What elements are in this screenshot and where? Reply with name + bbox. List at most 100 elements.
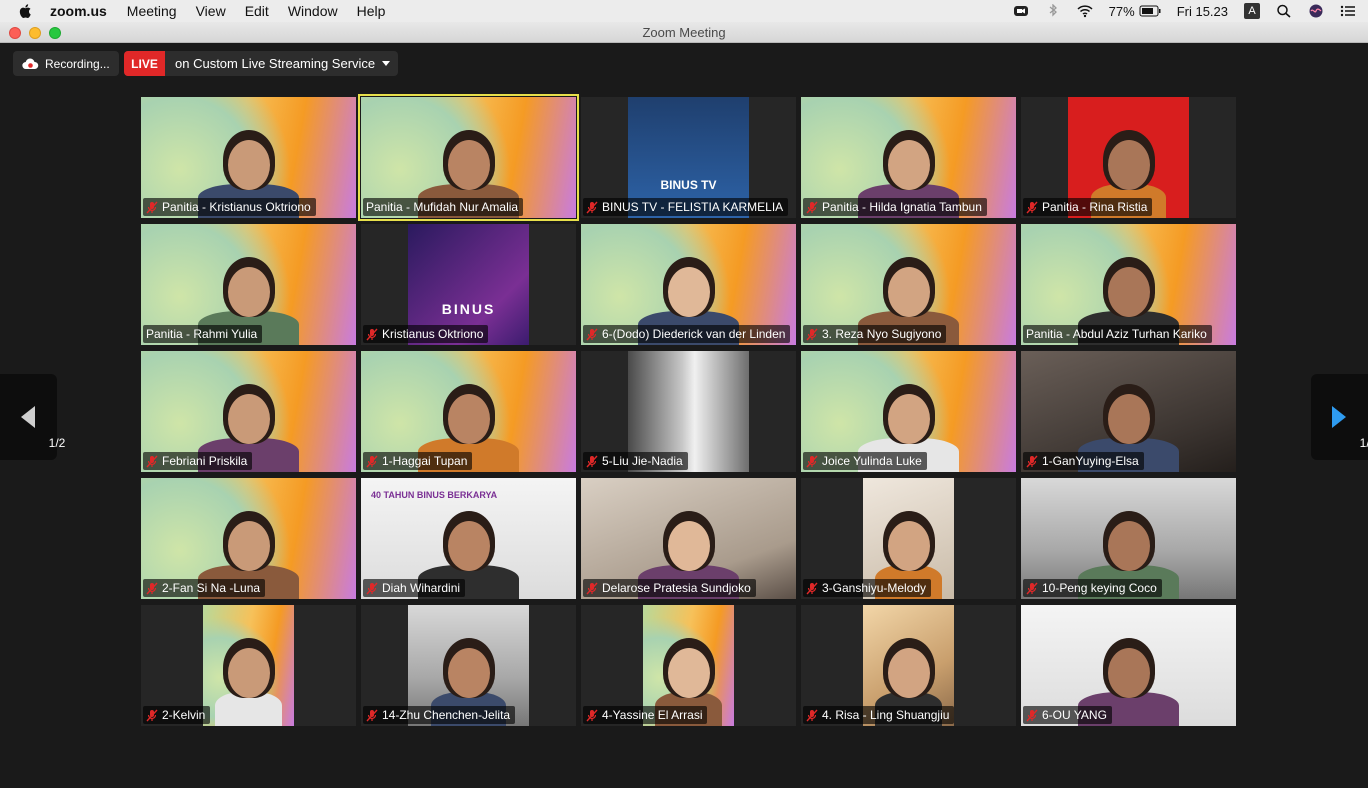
microphone-muted-icon xyxy=(806,328,818,340)
participant-name: Panitia - Hilda Ignatia Tambun xyxy=(822,200,982,214)
participant-tile[interactable]: Delarose Pratesia Sundjoko xyxy=(581,478,796,599)
participant-tile[interactable]: ◆4-Yassine El Arrasi xyxy=(581,605,796,726)
spotlight-search-icon[interactable] xyxy=(1276,4,1292,18)
participant-name-tag: 3-Ganshiyu-Melody xyxy=(803,579,932,597)
participant-name-tag: 4-Yassine El Arrasi xyxy=(583,706,708,724)
participant-name-tag: Panitia - Abdul Aziz Turhan Kariko xyxy=(1023,325,1212,343)
menu-app-name[interactable]: zoom.us xyxy=(50,3,107,19)
meeting-stage: Recording... LIVE on Custom Live Streami… xyxy=(0,43,1368,788)
minimize-window-button[interactable] xyxy=(29,27,41,39)
battery-percent: 77% xyxy=(1108,3,1135,19)
input-source-indicator[interactable]: A xyxy=(1244,3,1260,19)
participant-tile[interactable]: 1-GanYuying-Elsa xyxy=(1021,351,1236,472)
participant-name-tag: Febriani Priskila xyxy=(143,452,253,470)
video-overlay-text: BINUS TV xyxy=(660,178,717,192)
participant-name: Panitia - Kristianus Oktriono xyxy=(162,200,311,214)
microphone-muted-icon xyxy=(806,582,818,594)
participant-name: Panitia - Abdul Aziz Turhan Kariko xyxy=(1026,327,1207,341)
participant-tile[interactable]: ◆Joice Yulinda Luke xyxy=(801,351,1016,472)
participant-name-tag: 2-Kelvin xyxy=(143,706,211,724)
live-badge: LIVE xyxy=(124,51,165,76)
notification-center-icon[interactable] xyxy=(1340,4,1356,18)
close-window-button[interactable] xyxy=(9,27,21,39)
next-page-button[interactable]: 1/2 xyxy=(1311,374,1368,460)
apple-logo-icon[interactable] xyxy=(18,3,34,19)
participant-name-tag: Panitia - Rina Ristia xyxy=(1023,198,1153,216)
participant-tile[interactable]: ◆Febriani Priskila xyxy=(141,351,356,472)
participant-name: Panitia - Rahmi Yulia xyxy=(146,327,258,341)
participant-tile[interactable]: 6-OU YANG xyxy=(1021,605,1236,726)
participant-tile[interactable]: ◆1-Haggai Tupan xyxy=(361,351,576,472)
recording-indicator[interactable]: Recording... xyxy=(13,51,119,76)
video-overlay-text: BINUS xyxy=(441,301,496,317)
menu-help[interactable]: Help xyxy=(357,3,386,19)
menu-bar: zoom.us Meeting View Edit Window Help 77… xyxy=(0,0,1368,22)
participant-name: Panitia - Rina Ristia xyxy=(1042,200,1148,214)
microphone-muted-icon xyxy=(366,455,378,467)
status-area: 77% Fri 15.23 A xyxy=(1013,0,1368,22)
participant-tile[interactable]: 10-Peng keying Coco xyxy=(1021,478,1236,599)
participant-name: Panitia - Mufidah Nur Amalia xyxy=(366,200,519,214)
participant-tile[interactable]: ◆2-Kelvin xyxy=(141,605,356,726)
caret-down-icon xyxy=(382,61,390,66)
participant-name-tag: BINUS TV - FELISTIA KARMELIA xyxy=(583,198,789,216)
participant-tile[interactable]: BINUS Kristianus Oktriono xyxy=(361,224,576,345)
microphone-muted-icon xyxy=(586,582,598,594)
participant-tile[interactable]: 3-Ganshiyu-Melody xyxy=(801,478,1016,599)
microphone-muted-icon xyxy=(146,201,158,213)
menu-edit[interactable]: Edit xyxy=(245,3,269,19)
participant-name-tag: 3. Reza Nyo Sugiyono xyxy=(803,325,947,343)
participant-name: 5-Liu Jie-Nadia xyxy=(602,454,683,468)
participant-name-tag: Kristianus Oktriono xyxy=(363,325,489,343)
participant-name: 3. Reza Nyo Sugiyono xyxy=(822,327,942,341)
microphone-muted-icon xyxy=(146,582,158,594)
participant-tile[interactable]: 5-Liu Jie-Nadia xyxy=(581,351,796,472)
participant-tile[interactable]: ◆Panitia - Abdul Aziz Turhan Kariko xyxy=(1021,224,1236,345)
participant-tile[interactable]: ◆Panitia - Rahmi Yulia xyxy=(141,224,356,345)
participant-tile[interactable]: BINUS TV BINUS TV - FELISTIA KARMELIA xyxy=(581,97,796,218)
participant-name-tag: Panitia - Kristianus Oktriono xyxy=(143,198,316,216)
participant-tile[interactable]: ◆2-Fan Si Na -Luna xyxy=(141,478,356,599)
siri-icon[interactable] xyxy=(1308,4,1324,18)
participant-tile[interactable]: ◆3. Reza Nyo Sugiyono xyxy=(801,224,1016,345)
menu-window[interactable]: Window xyxy=(288,3,338,19)
bluetooth-icon[interactable] xyxy=(1045,4,1061,18)
menu-meeting[interactable]: Meeting xyxy=(127,3,177,19)
zoom-status-icon[interactable] xyxy=(1013,4,1029,18)
participant-name-tag: 5-Liu Jie-Nadia xyxy=(583,452,688,470)
participant-tile[interactable]: ◆Panitia - Kristianus Oktriono xyxy=(141,97,356,218)
battery-icon[interactable] xyxy=(1139,5,1161,17)
participant-name-tag: Diah Wihardini xyxy=(363,579,466,597)
microphone-muted-icon xyxy=(586,709,598,721)
microphone-muted-icon xyxy=(146,455,158,467)
microphone-muted-icon xyxy=(1026,582,1038,594)
fullscreen-window-button[interactable] xyxy=(49,27,61,39)
participant-tile[interactable]: 14-Zhu Chenchen-Jelita xyxy=(361,605,576,726)
participant-name: 2-Fan Si Na -Luna xyxy=(162,581,261,595)
participant-name-tag: Panitia - Mufidah Nur Amalia xyxy=(363,198,524,216)
microphone-muted-icon xyxy=(586,328,598,340)
participant-name-tag: Panitia - Hilda Ignatia Tambun xyxy=(803,198,987,216)
live-streaming-dropdown[interactable]: LIVE on Custom Live Streaming Service xyxy=(124,51,398,76)
participant-name-tag: 6-OU YANG xyxy=(1023,706,1112,724)
participant-figure xyxy=(209,626,289,726)
microphone-muted-icon xyxy=(1026,709,1038,721)
participant-name: 4. Risa - Ling Shuangjiu xyxy=(822,708,950,722)
clock[interactable]: Fri 15.23 xyxy=(1177,4,1228,19)
menu-view[interactable]: View xyxy=(196,3,226,19)
previous-page-button[interactable]: 1/2 xyxy=(0,374,65,460)
participant-name-tag: 6-(Dodo) Diederick van der Linden xyxy=(583,325,791,343)
window-title-bar: Zoom Meeting xyxy=(0,22,1368,43)
participant-tile[interactable]: ◆Panitia - Hilda Ignatia Tambun xyxy=(801,97,1016,218)
microphone-muted-icon xyxy=(366,328,378,340)
participant-tile[interactable]: ◆6-(Dodo) Diederick van der Linden xyxy=(581,224,796,345)
wifi-icon[interactable] xyxy=(1077,4,1093,18)
participant-name-tag: 1-Haggai Tupan xyxy=(363,452,473,470)
participant-tile[interactable]: Panitia - Rina Ristia xyxy=(1021,97,1236,218)
participant-name: Joice Yulinda Luke xyxy=(822,454,922,468)
participant-name-tag: 10-Peng keying Coco xyxy=(1023,579,1162,597)
chevron-left-icon xyxy=(21,406,35,428)
participant-tile[interactable]: 40 TAHUN BINUS BERKARYA Diah Wihardini xyxy=(361,478,576,599)
participant-tile[interactable]: ◆Panitia - Mufidah Nur Amalia xyxy=(358,94,579,221)
participant-tile[interactable]: 4. Risa - Ling Shuangjiu xyxy=(801,605,1016,726)
